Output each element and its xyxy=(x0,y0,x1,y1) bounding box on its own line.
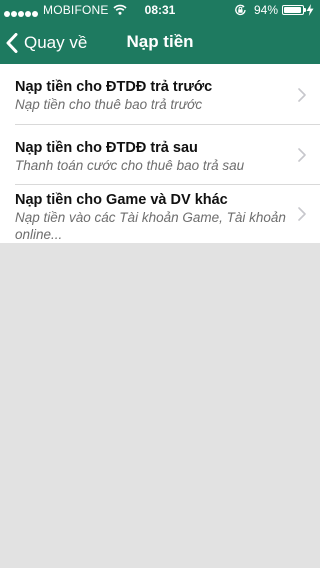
list-item-game-services-topup[interactable]: Nạp tiền cho Game và DV khác Nạp tiền và… xyxy=(0,185,320,243)
page-title: Nạp tiền xyxy=(126,32,194,51)
list-item-title: Nạp tiền cho ĐTDĐ trả trước xyxy=(15,79,213,95)
list-item-postpaid-payment[interactable]: Nạp tiền cho ĐTDĐ trả sau Thanh toán cướ… xyxy=(0,125,320,185)
list-item-prepaid-topup[interactable]: Nạp tiền cho ĐTDĐ trả trước Nạp tiền cho… xyxy=(0,64,320,125)
screen: MOBIFONE 08:31 94% Quay về Nạp tiền Nạp … xyxy=(0,0,320,568)
list-item-subtitle: Nạp tiền cho thuê bao trả trước xyxy=(15,97,203,112)
list-item-subtitle: Nạp tiền vào các Tài khoản Game, Tài kho… xyxy=(15,210,286,242)
status-bar: MOBIFONE 08:31 94% xyxy=(0,0,320,20)
navigation-header: MOBIFONE 08:31 94% Quay về Nạp tiền xyxy=(0,0,320,64)
charging-bolt-icon xyxy=(306,4,314,19)
chevron-right-icon xyxy=(298,148,306,162)
list-item-subtitle: Thanh toán cước cho thuê bao trả sau xyxy=(15,158,245,173)
list-item-title: Nạp tiền cho Game và DV khác xyxy=(15,192,228,208)
rotation-lock-icon xyxy=(234,4,247,19)
chevron-right-icon xyxy=(298,87,306,102)
topup-options-list: Nạp tiền cho ĐTDĐ trả trước Nạp tiền cho… xyxy=(0,64,320,243)
list-item-title: Nạp tiền cho ĐTDĐ trả sau xyxy=(15,140,198,156)
battery-level-fill xyxy=(284,7,301,13)
chevron-right-icon xyxy=(298,207,306,221)
battery-icon xyxy=(282,5,306,15)
battery-percent: 94% xyxy=(254,3,279,17)
